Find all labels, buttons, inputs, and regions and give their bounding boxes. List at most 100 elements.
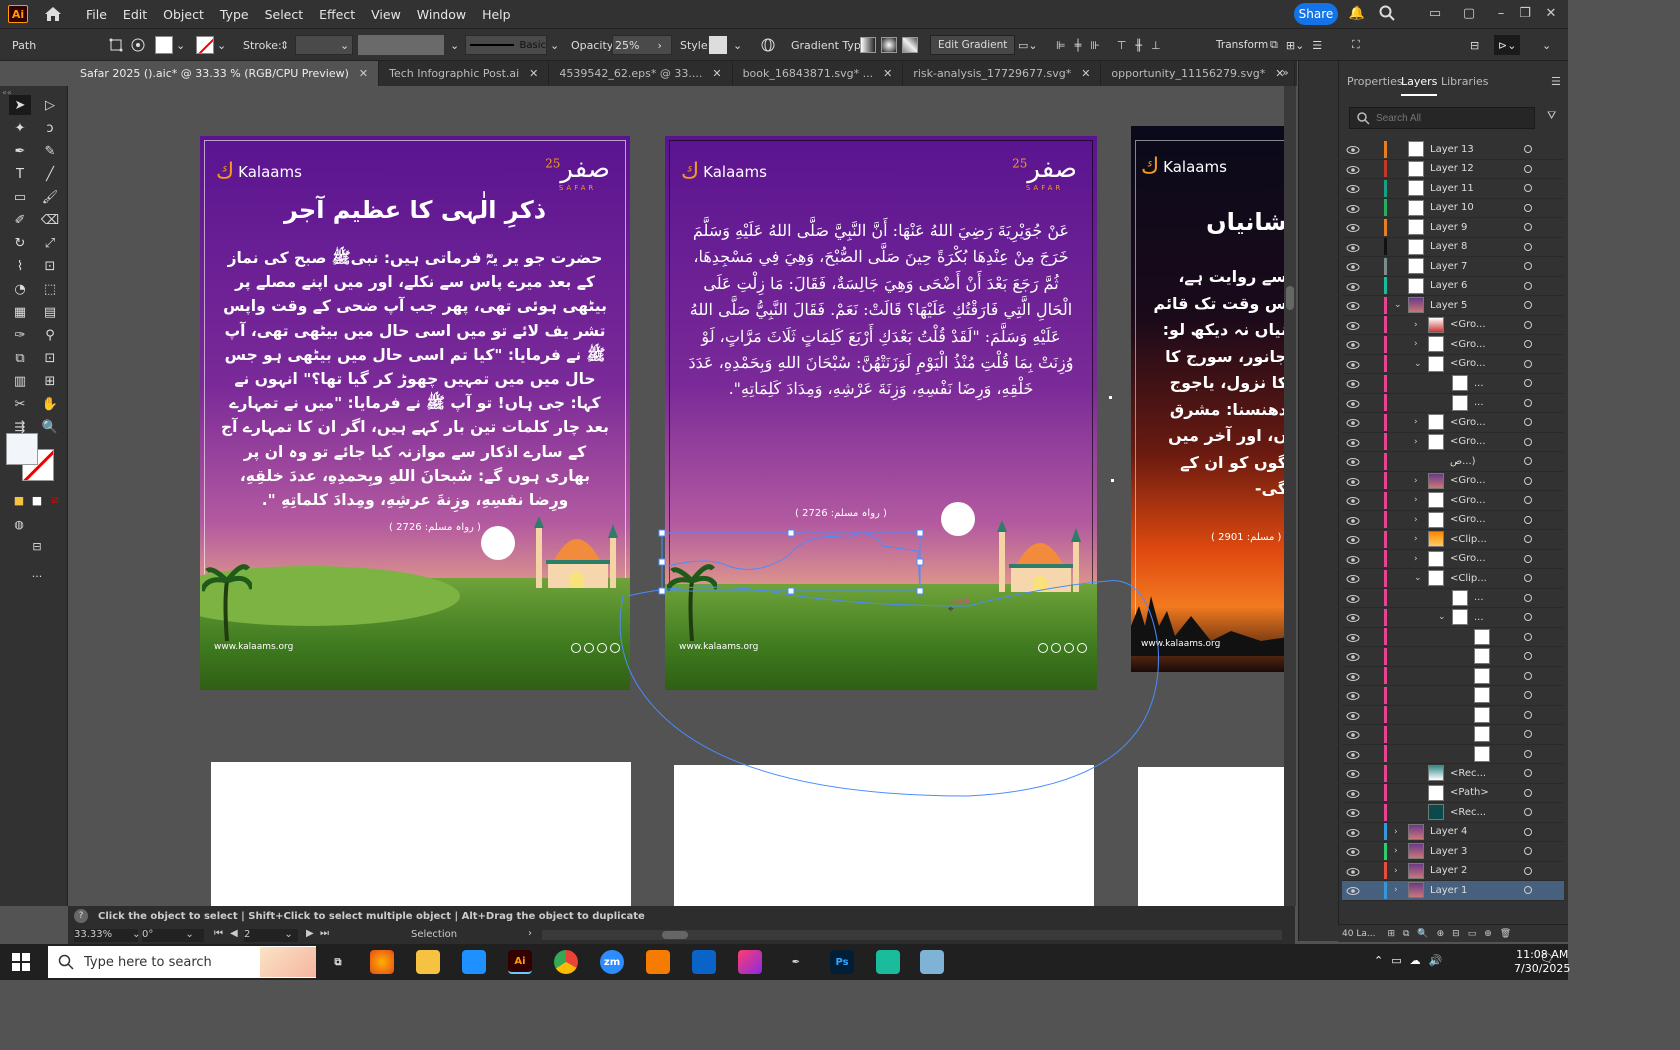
- visibility-eye-icon[interactable]: [1346, 282, 1360, 292]
- home-icon[interactable]: [42, 5, 64, 23]
- layer-row[interactable]: ...: [1342, 394, 1564, 413]
- layer-row[interactable]: <Rec...: [1342, 764, 1564, 784]
- menu-help[interactable]: Help: [474, 7, 519, 22]
- h-scroll-thumb[interactable]: [662, 931, 688, 939]
- layer-row[interactable]: ...: [1342, 374, 1564, 394]
- visibility-eye-icon[interactable]: [1346, 867, 1360, 877]
- canvas[interactable]: ﻙ Kalaams صفر25 SAFAR ذکرِ الٰہی کا عظیم آ…: [68, 86, 1295, 906]
- layer-row[interactable]: › <Gro...: [1342, 413, 1564, 433]
- restore-icon[interactable]: ❐: [1516, 4, 1534, 22]
- menu-effect[interactable]: Effect: [311, 7, 363, 22]
- target-circle-icon[interactable]: [1524, 242, 1532, 251]
- visibility-eye-icon[interactable]: [1346, 223, 1360, 233]
- linear-gradient-icon[interactable]: [860, 37, 876, 53]
- layer-row[interactable]: › <Gro...: [1342, 472, 1564, 491]
- close-tab-icon[interactable]: ✕: [712, 67, 721, 80]
- align-left-icon[interactable]: ⊫: [1056, 39, 1066, 52]
- visibility-eye-icon[interactable]: [1346, 574, 1360, 584]
- layer-row[interactable]: › <Clip...: [1342, 530, 1564, 550]
- visibility-eye-icon[interactable]: [1346, 184, 1360, 194]
- visibility-eye-icon[interactable]: [1346, 262, 1360, 272]
- collapse-arrow-icon[interactable]: ⌄: [1438, 612, 1446, 622]
- layer-row[interactable]: › Layer 2: [1342, 862, 1564, 881]
- direct-selection-tool-icon[interactable]: ▷: [39, 95, 61, 115]
- target-circle-icon[interactable]: [1524, 593, 1532, 602]
- recolor-icon[interactable]: [108, 35, 124, 55]
- task-view-icon[interactable]: ⧉: [326, 950, 350, 974]
- vscode-icon[interactable]: [462, 950, 486, 974]
- target-circle-icon[interactable]: [1524, 398, 1532, 407]
- layer-row[interactable]: ⌄ Layer 5: [1342, 296, 1564, 316]
- stroke-swatch[interactable]: ⌄: [196, 35, 226, 55]
- expand-arrow-icon[interactable]: ›: [1414, 320, 1418, 330]
- layer-row[interactable]: <Path>: [1342, 784, 1564, 803]
- visibility-eye-icon[interactable]: [1346, 555, 1360, 565]
- layer-row[interactable]: <Rec...: [1342, 803, 1564, 823]
- visibility-eye-icon[interactable]: [1346, 594, 1360, 604]
- layer-row[interactable]: [1342, 628, 1564, 647]
- layer-row[interactable]: ⌄ <Clip...: [1342, 569, 1564, 589]
- document-setup-icon[interactable]: ▭⌄: [1018, 35, 1038, 55]
- layer-row[interactable]: Layer 13: [1342, 140, 1564, 160]
- expand-arrow-icon[interactable]: ›: [1414, 554, 1418, 564]
- artboard-number-field[interactable]: 2 ⌄: [244, 929, 298, 942]
- close-tab-icon[interactable]: ✕: [1081, 67, 1090, 80]
- visibility-eye-icon[interactable]: [1346, 145, 1360, 155]
- layer-row[interactable]: Layer 12: [1342, 160, 1564, 179]
- notification-icon[interactable]: 🗨: [1540, 952, 1554, 965]
- menu-view[interactable]: View: [363, 7, 409, 22]
- visibility-eye-icon[interactable]: [1346, 438, 1360, 448]
- target-circle-icon[interactable]: [1524, 749, 1532, 758]
- layer-row[interactable]: [1342, 667, 1564, 686]
- transform-button[interactable]: Transform: [1216, 35, 1268, 55]
- brush-definition[interactable]: Basic: [465, 35, 547, 55]
- target-circle-icon[interactable]: [1524, 535, 1532, 544]
- draw-mode-icon[interactable]: ◍: [8, 514, 30, 534]
- target-circle-icon[interactable]: [1524, 145, 1532, 154]
- align-top-icon[interactable]: ⊤: [1117, 39, 1127, 52]
- photoshop-icon[interactable]: Ps: [830, 950, 854, 974]
- zoom-icon[interactable]: zm: [600, 950, 624, 974]
- target-circle-icon[interactable]: [1524, 574, 1532, 583]
- align-right-icon[interactable]: ⊪: [1090, 39, 1100, 52]
- perspective-grid-tool-icon[interactable]: ▦: [9, 302, 31, 322]
- visibility-eye-icon[interactable]: [1346, 769, 1360, 779]
- visibility-eye-icon[interactable]: [1346, 730, 1360, 740]
- app-icon-gem[interactable]: [876, 950, 900, 974]
- menu-window[interactable]: Window: [409, 7, 474, 22]
- app-icon-notes[interactable]: [920, 950, 944, 974]
- lasso-tool-icon[interactable]: ↄ: [39, 118, 61, 138]
- target-circle-icon[interactable]: [1524, 808, 1532, 817]
- target-circle-icon[interactable]: [1524, 515, 1532, 524]
- artboard-tool-icon[interactable]: ⊞: [39, 371, 61, 391]
- target-circle-icon[interactable]: [1524, 223, 1532, 232]
- layer-row[interactable]: › <Gro...: [1342, 335, 1564, 355]
- expand-arrow-icon[interactable]: ›: [1394, 846, 1398, 856]
- visibility-eye-icon[interactable]: [1346, 886, 1360, 896]
- align-bottom-icon[interactable]: ⊥: [1151, 39, 1161, 52]
- visibility-eye-icon[interactable]: [1346, 360, 1360, 370]
- visibility-eye-icon[interactable]: [1346, 711, 1360, 721]
- measure-tool-icon[interactable]: ⚲: [39, 325, 61, 345]
- status-menu-icon[interactable]: ›: [528, 928, 532, 939]
- shaper-tool-icon[interactable]: ✐: [9, 210, 31, 230]
- target-circle-icon[interactable]: [1524, 496, 1532, 505]
- target-icon[interactable]: [130, 35, 146, 55]
- doc-tab-0[interactable]: Safar 2025 ().aic* @ 33.33 % (RGB/CPU Pr…: [70, 61, 380, 86]
- doc-tab-2[interactable]: 4539542_62.eps* @ 33.... ✕: [549, 61, 733, 86]
- freeform-gradient-icon[interactable]: [902, 37, 918, 53]
- fill-color-swatch[interactable]: [6, 433, 38, 465]
- visibility-eye-icon[interactable]: [1346, 750, 1360, 760]
- minimize-icon[interactable]: –: [1492, 4, 1510, 22]
- toolbar-collapse-icon[interactable]: ««: [2, 88, 22, 97]
- layer-row[interactable]: Layer 8: [1342, 238, 1564, 257]
- visibility-eye-icon[interactable]: [1346, 808, 1360, 818]
- last-artboard-icon[interactable]: ⏭: [320, 928, 329, 939]
- doc-tab-1[interactable]: Tech Infographic Post.ai ✕: [379, 61, 550, 86]
- visibility-eye-icon[interactable]: [1346, 691, 1360, 701]
- stroke-weight-field[interactable]: ⌄: [295, 35, 353, 55]
- visibility-eye-icon[interactable]: [1346, 633, 1360, 643]
- target-circle-icon[interactable]: [1524, 788, 1532, 797]
- graph-tool-icon[interactable]: ▥: [9, 371, 31, 391]
- stroke-stepper[interactable]: ⇕: [280, 35, 289, 55]
